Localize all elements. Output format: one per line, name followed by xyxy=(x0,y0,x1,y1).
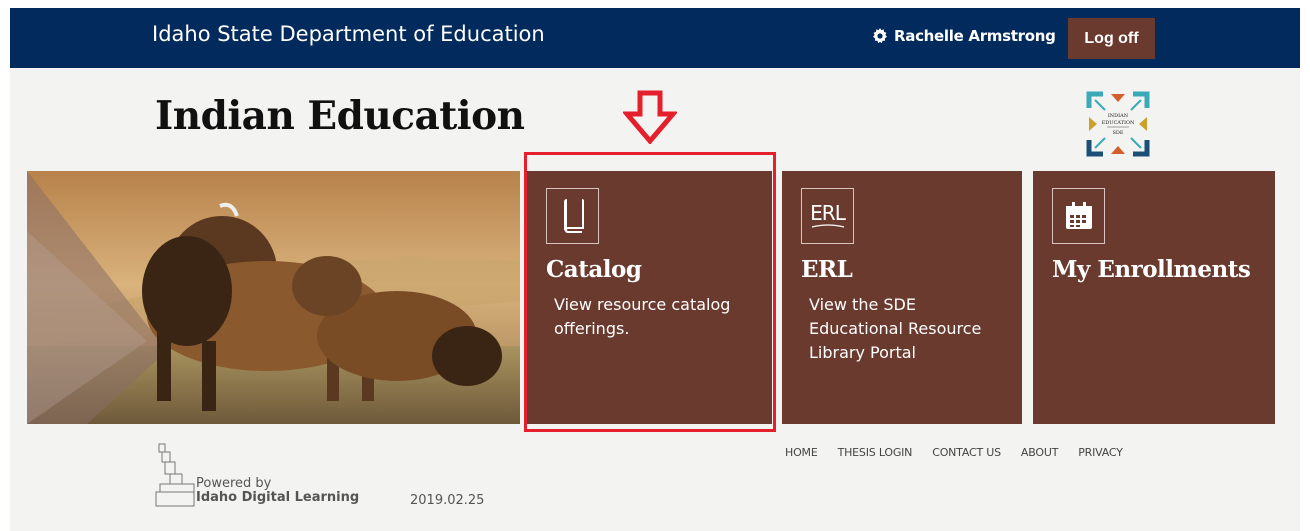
page-title: Indian Education xyxy=(155,93,525,139)
version-number: 2019.02.25 xyxy=(410,493,485,508)
catalog-title: Catalog xyxy=(546,256,642,283)
erl-description: View the SDE Educational Resource Librar… xyxy=(809,295,982,362)
my-enrollments-tile[interactable]: My Enrollments xyxy=(1033,171,1275,424)
my-enrollments-title: My Enrollments xyxy=(1052,256,1251,283)
footer-link-home[interactable]: HOME xyxy=(785,446,818,459)
user-name: Rachelle Armstrong xyxy=(894,27,1056,45)
footer-navigation: HOME THESIS LOGIN CONTACT US ABOUT PRIVA… xyxy=(785,446,1123,459)
indian-education-logo[interactable]: INDIAN EDUCATION SDE xyxy=(1085,90,1151,158)
catalog-description: View resource catalog offerings. xyxy=(554,295,731,338)
logo-text-line1: INDIAN xyxy=(1108,113,1129,119)
logo-text-line3: SDE xyxy=(1112,130,1123,136)
powered-org-name: Idaho Digital Learning xyxy=(196,490,360,505)
footer-link-privacy[interactable]: PRIVACY xyxy=(1078,446,1123,459)
gear-icon xyxy=(873,28,887,44)
site-title[interactable]: Idaho State Department of Education xyxy=(152,22,545,46)
footer-link-thesis-login[interactable]: THESIS LOGIN xyxy=(838,446,913,459)
erl-icon-text: ERL xyxy=(810,201,846,225)
logoff-button[interactable]: Log off xyxy=(1068,18,1155,59)
erl-icon: ERL xyxy=(810,201,846,229)
erl-tile[interactable]: ERL ERL View the SDE Educational Resourc… xyxy=(782,171,1022,424)
erl-title: ERL xyxy=(801,256,853,283)
calendar-icon xyxy=(1065,202,1092,229)
erl-icon-box: ERL xyxy=(801,188,854,244)
footer-link-about[interactable]: ABOUT xyxy=(1021,446,1059,459)
logo-text-line2: EDUCATION xyxy=(1102,120,1135,126)
bison-hero-image xyxy=(27,171,520,424)
catalog-tile[interactable]: Catalog View resource catalog offerings. xyxy=(527,171,772,424)
catalog-icon-box xyxy=(546,188,599,244)
top-navigation-bar: Idaho State Department of Education Rach… xyxy=(10,8,1300,68)
footer-link-contact-us[interactable]: CONTACT US xyxy=(932,446,1001,459)
enrollments-icon-box xyxy=(1052,188,1105,244)
powered-by-text: Powered by Idaho Digital Learning xyxy=(196,477,359,505)
book-icon xyxy=(563,199,584,233)
powered-by-label: Powered by xyxy=(196,476,272,491)
down-arrow-icon xyxy=(623,90,677,144)
user-menu[interactable]: Rachelle Armstrong xyxy=(872,27,1056,45)
